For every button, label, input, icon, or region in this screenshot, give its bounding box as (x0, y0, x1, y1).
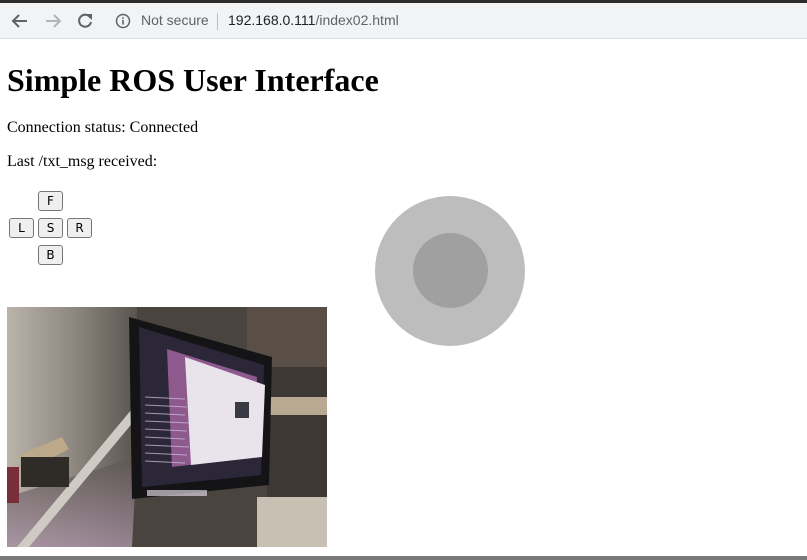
omnibox-separator (217, 13, 218, 30)
back-control-button[interactable]: B (38, 245, 63, 265)
stop-control-button[interactable]: S (38, 218, 63, 238)
camera-stream (7, 307, 327, 547)
page-title: Simple ROS User Interface (7, 62, 379, 98)
connection-status: Connection status: Connected (7, 119, 199, 136)
address-bar[interactable]: 192.168.0.111/index02.html (228, 12, 399, 28)
left-control-button[interactable]: L (9, 218, 34, 238)
forward-control-button[interactable]: F (38, 191, 63, 211)
info-icon[interactable] (115, 13, 131, 29)
reload-button[interactable] (73, 9, 97, 33)
back-button[interactable] (8, 9, 32, 33)
forward-button[interactable] (41, 9, 65, 33)
browser-toolbar: Not secure 192.168.0.111/index02.html (0, 3, 807, 39)
joystick-base[interactable] (375, 196, 525, 346)
arrow-right-icon (46, 14, 62, 28)
joystick-knob[interactable] (413, 233, 488, 308)
url-host: 192.168.0.111 (228, 12, 316, 28)
arrow-left-icon (11, 14, 27, 28)
window-bottom-edge (0, 556, 807, 560)
security-indicator[interactable]: Not secure (141, 12, 209, 28)
last-message-label: Last /txt_msg received: (7, 153, 158, 170)
right-control-button[interactable]: R (67, 218, 92, 238)
camera-frame (7, 307, 327, 547)
url-path: /index02.html (315, 12, 399, 28)
reload-icon (78, 13, 92, 28)
